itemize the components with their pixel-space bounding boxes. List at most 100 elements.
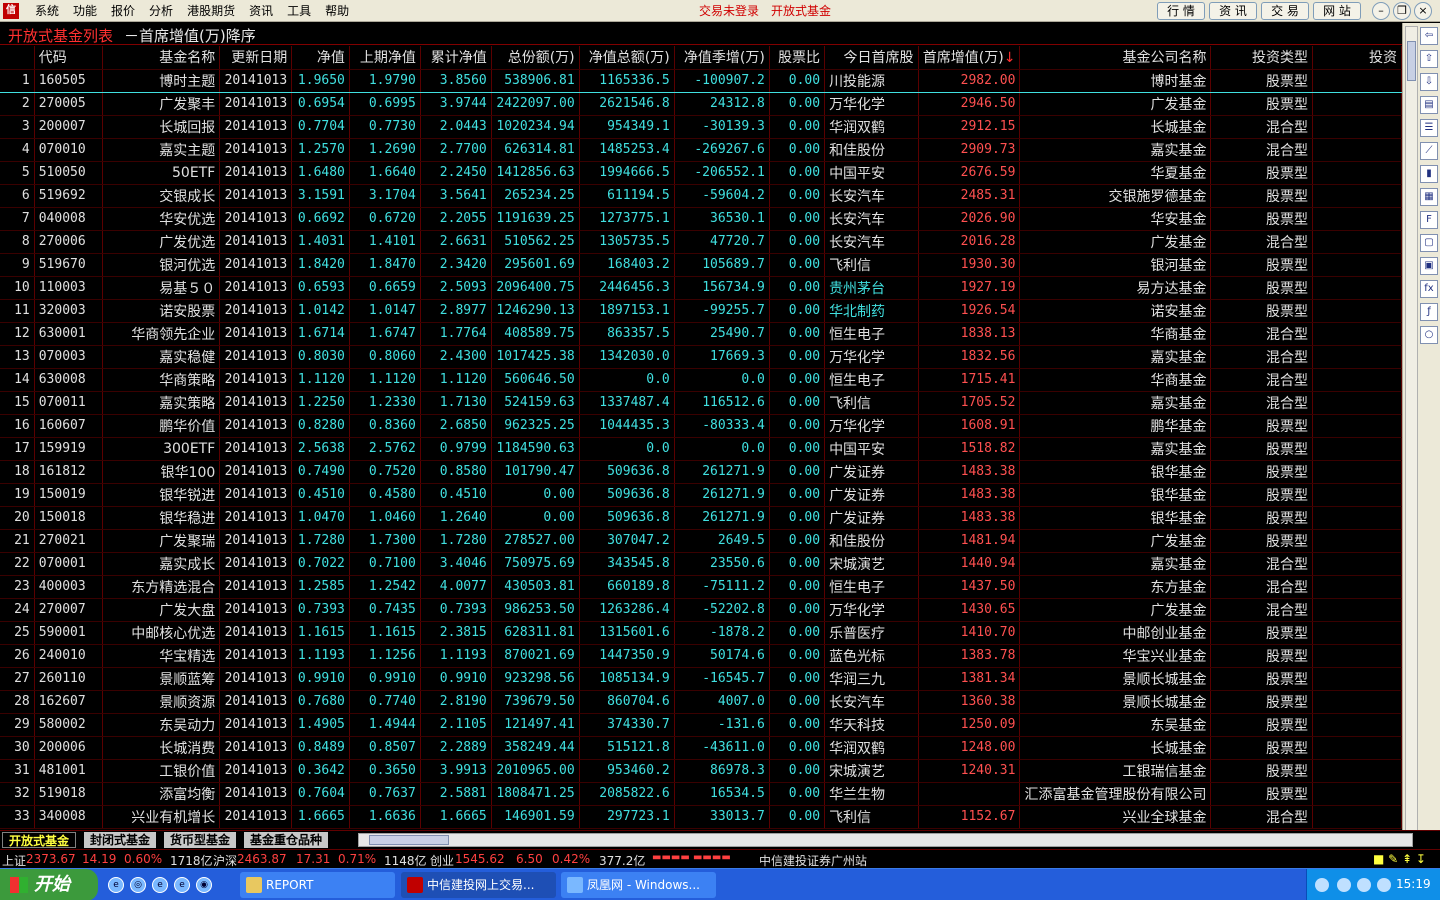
table-row[interactable]: 28 162607 景顺资源 20141013 0.7680 0.7740 2.8190 73… xyxy=(0,690,1402,714)
tab-closed-fund[interactable]: 封闭式基金 xyxy=(84,832,157,848)
tab-money-fund[interactable]: 货币型基金 xyxy=(164,832,237,848)
table-row[interactable]: 2 270005 广发聚丰 20141013 0.6954 0.6995 3.9744 242… xyxy=(0,92,1402,116)
line-chart-icon[interactable]: ⟋ xyxy=(1420,142,1438,160)
table-row[interactable]: 6 519692 交银成长 20141013 3.1591 3.1704 3.5641 265… xyxy=(0,184,1402,208)
keyboard-icon[interactable] xyxy=(1315,878,1329,892)
table-row[interactable]: 7 040008 华安优选 20141013 0.6692 0.6720 2.2055 119… xyxy=(0,207,1402,231)
table-row[interactable]: 30 200006 长城消费 20141013 0.8489 0.8507 2.2889 35… xyxy=(0,736,1402,760)
function-icon[interactable]: ƒ xyxy=(1420,303,1438,321)
menu-item[interactable]: 工具 xyxy=(280,0,318,22)
taskbar-report[interactable]: REPORT xyxy=(240,872,395,898)
menu-item[interactable]: 港股期货 xyxy=(180,0,242,22)
table-row[interactable]: 5 510050 50ETF 20141013 1.6480 1.6640 2.2450 14… xyxy=(0,161,1402,185)
restore-icon[interactable]: ❐ xyxy=(1393,2,1411,20)
down-icon[interactable]: ⇩ xyxy=(1420,73,1438,91)
ie2-icon[interactable]: e xyxy=(152,877,168,893)
tab-fund-holdings[interactable]: 基金重仓品种 xyxy=(244,832,329,848)
column-header[interactable]: 总份额(万) xyxy=(491,46,580,70)
table-row[interactable]: 24 270007 广发大盘 20141013 0.7393 0.7435 0.7393 98… xyxy=(0,598,1402,622)
column-header[interactable]: 累计净值 xyxy=(420,46,492,70)
horizontal-scrollbar[interactable] xyxy=(358,833,1413,847)
menu-item[interactable]: 帮助 xyxy=(318,0,356,22)
table-row[interactable]: 26 240010 华宝精选 20141013 1.1193 1.1256 1.1193 87… xyxy=(0,644,1402,668)
up-icon[interactable]: ⇧ xyxy=(1420,50,1438,68)
list-icon[interactable]: ☰ xyxy=(1420,119,1438,137)
menu-item[interactable]: 资讯 xyxy=(242,0,280,22)
table-row[interactable]: 15 070011 嘉实策略 20141013 1.2250 1.2330 1.7130 52… xyxy=(0,391,1402,415)
taskbar-trading[interactable]: 中信建投网上交易... xyxy=(401,872,556,898)
column-header[interactable]: 投资类型 xyxy=(1210,46,1314,70)
column-header[interactable]: 净值总额(万) xyxy=(579,46,675,70)
menu-item[interactable]: 功能 xyxy=(66,0,104,22)
hscroll-thumb[interactable] xyxy=(369,835,449,845)
table-row[interactable]: 20 150018 银华稳进 20141013 1.0470 1.0460 1.2640 0.… xyxy=(0,506,1402,530)
ie-icon[interactable]: e xyxy=(108,877,124,893)
vertical-scrollbar[interactable] xyxy=(1405,26,1418,831)
column-header[interactable]: 上期净值 xyxy=(349,46,421,70)
table-row[interactable]: 14 630008 华商策略 20141013 1.1120 1.1120 1.1120 56… xyxy=(0,368,1402,392)
table-row[interactable]: 32 519018 添富均衡 20141013 0.7604 0.7637 2.5881 18… xyxy=(0,782,1402,806)
media-icon[interactable]: ◉ xyxy=(196,877,212,893)
table-row[interactable]: 23 400003 东方精选混合 20141013 1.2585 1.2542 4.0077… xyxy=(0,575,1402,599)
column-header[interactable]: 代码 xyxy=(34,46,103,70)
news-button[interactable]: 资 讯 xyxy=(1209,2,1257,20)
report-icon[interactable]: ▤ xyxy=(1420,96,1438,114)
column-header[interactable]: 更新日期 xyxy=(219,46,293,70)
tray-status-icons[interactable]: ■ ✎ ⇞ ↧ xyxy=(1373,852,1426,866)
volume-icon[interactable] xyxy=(1357,878,1371,892)
network-icon[interactable] xyxy=(1337,878,1351,892)
table-row[interactable]: 22 070001 嘉实成长 20141013 0.7022 0.7100 3.4046 75… xyxy=(0,552,1402,576)
table-row[interactable]: 18 161812 银华100 20141013 0.7490 0.7520 0.8580 1… xyxy=(0,460,1402,484)
website-button[interactable]: 网 站 xyxy=(1313,2,1361,20)
table-row[interactable]: 25 590001 中邮核心优选 20141013 1.1615 1.1615 2.3815… xyxy=(0,621,1402,645)
menu-item[interactable]: 系统 xyxy=(28,0,66,22)
table-row[interactable]: 16 160607 鹏华价值 20141013 0.8280 0.8360 2.6850 96… xyxy=(0,414,1402,438)
minimize-icon[interactable]: – xyxy=(1372,2,1390,20)
close-icon[interactable]: × xyxy=(1414,2,1432,20)
trade-login-link[interactable]: 交易未登录 xyxy=(699,0,759,22)
tab-open-fund[interactable]: 开放式基金 xyxy=(2,832,77,848)
table-row[interactable]: 21 270021 广发聚瑞 20141013 1.7280 1.7300 1.7280 27… xyxy=(0,529,1402,553)
column-header[interactable]: 股票比 xyxy=(769,46,826,70)
table-row[interactable]: 10 110003 易基５０ 20141013 0.6593 0.6659 2.5093 20… xyxy=(0,276,1402,300)
menu-item[interactable]: 报价 xyxy=(104,0,142,22)
table-row[interactable]: 31 481001 工银价值 20141013 0.3642 0.3650 3.9913 20… xyxy=(0,759,1402,783)
table-row[interactable]: 27 260110 景顺蓝筹 20141013 0.9910 0.9910 0.9910 92… xyxy=(0,667,1402,691)
column-header[interactable]: 基金名称 xyxy=(102,46,221,70)
f10-icon[interactable]: F xyxy=(1420,211,1438,229)
table-row[interactable]: 13 070003 嘉实稳健 20141013 0.8030 0.8060 2.4300 10… xyxy=(0,345,1402,369)
table-row[interactable]: 11 320003 诺安股票 20141013 1.0142 1.0147 2.8977 12… xyxy=(0,299,1402,323)
scroll-thumb[interactable] xyxy=(1407,41,1416,81)
column-header[interactable]: 基金公司名称 xyxy=(1019,46,1212,70)
circle-icon[interactable]: ○ xyxy=(1420,326,1438,344)
table-row[interactable]: 3 200007 长城回报 20141013 0.7704 0.7730 2.0443 102… xyxy=(0,115,1402,139)
taskbar-ifeng[interactable]: 凤凰网 - Windows... xyxy=(561,872,716,898)
table-row[interactable]: 9 519670 银河优选 20141013 1.8420 1.8470 2.3420 295… xyxy=(0,253,1402,277)
table-row[interactable]: 29 580002 东吴动力 20141013 1.4905 1.4944 2.1105 12… xyxy=(0,713,1402,737)
kline-icon[interactable]: ▮ xyxy=(1420,165,1438,183)
browser-icon[interactable]: ◎ xyxy=(130,877,146,893)
menu-item[interactable]: 分析 xyxy=(142,0,180,22)
column-header[interactable]: 净值季增(万) xyxy=(674,46,770,70)
column-header[interactable]: 净值 xyxy=(291,46,350,70)
calendar-icon[interactable]: ▣ xyxy=(1420,257,1438,275)
doc-icon[interactable]: ▢ xyxy=(1420,234,1438,252)
table-row[interactable]: 1 160505 博时主题 20141013 1.9650 1.9790 3.8560 538… xyxy=(0,69,1402,93)
table-row[interactable]: 19 150019 银华锐进 20141013 0.4510 0.4580 0.4510 0.… xyxy=(0,483,1402,507)
column-header[interactable]: 投资 xyxy=(1312,46,1402,70)
table-icon[interactable]: ▦ xyxy=(1420,188,1438,206)
back-icon[interactable]: ⇦ xyxy=(1420,27,1438,45)
start-button[interactable]: 开始 xyxy=(0,869,98,900)
ie3-icon[interactable]: e xyxy=(174,877,190,893)
column-header[interactable]: 首席增值(万)↓ xyxy=(918,46,1021,70)
formula-icon[interactable]: fx xyxy=(1420,280,1438,298)
table-row[interactable]: 33 340008 兴业有机增长 20141013 1.6665 1.6636 1.6665… xyxy=(0,805,1402,829)
table-row[interactable]: 12 630001 华商领先企业 20141013 1.6714 1.6747 1.7764… xyxy=(0,322,1402,346)
open-fund-link[interactable]: 开放式基金 xyxy=(771,0,831,22)
table-row[interactable]: 4 070010 嘉实主题 20141013 1.2570 1.2690 2.7700 626… xyxy=(0,138,1402,162)
table-row[interactable]: 17 159919 300ETF 20141013 2.5638 2.5762 0.9799… xyxy=(0,437,1402,461)
trade-button[interactable]: 交 易 xyxy=(1261,2,1309,20)
security-icon[interactable] xyxy=(1377,878,1391,892)
quotes-button[interactable]: 行 情 xyxy=(1157,2,1205,20)
column-header[interactable]: 今日首席股 xyxy=(824,46,919,70)
